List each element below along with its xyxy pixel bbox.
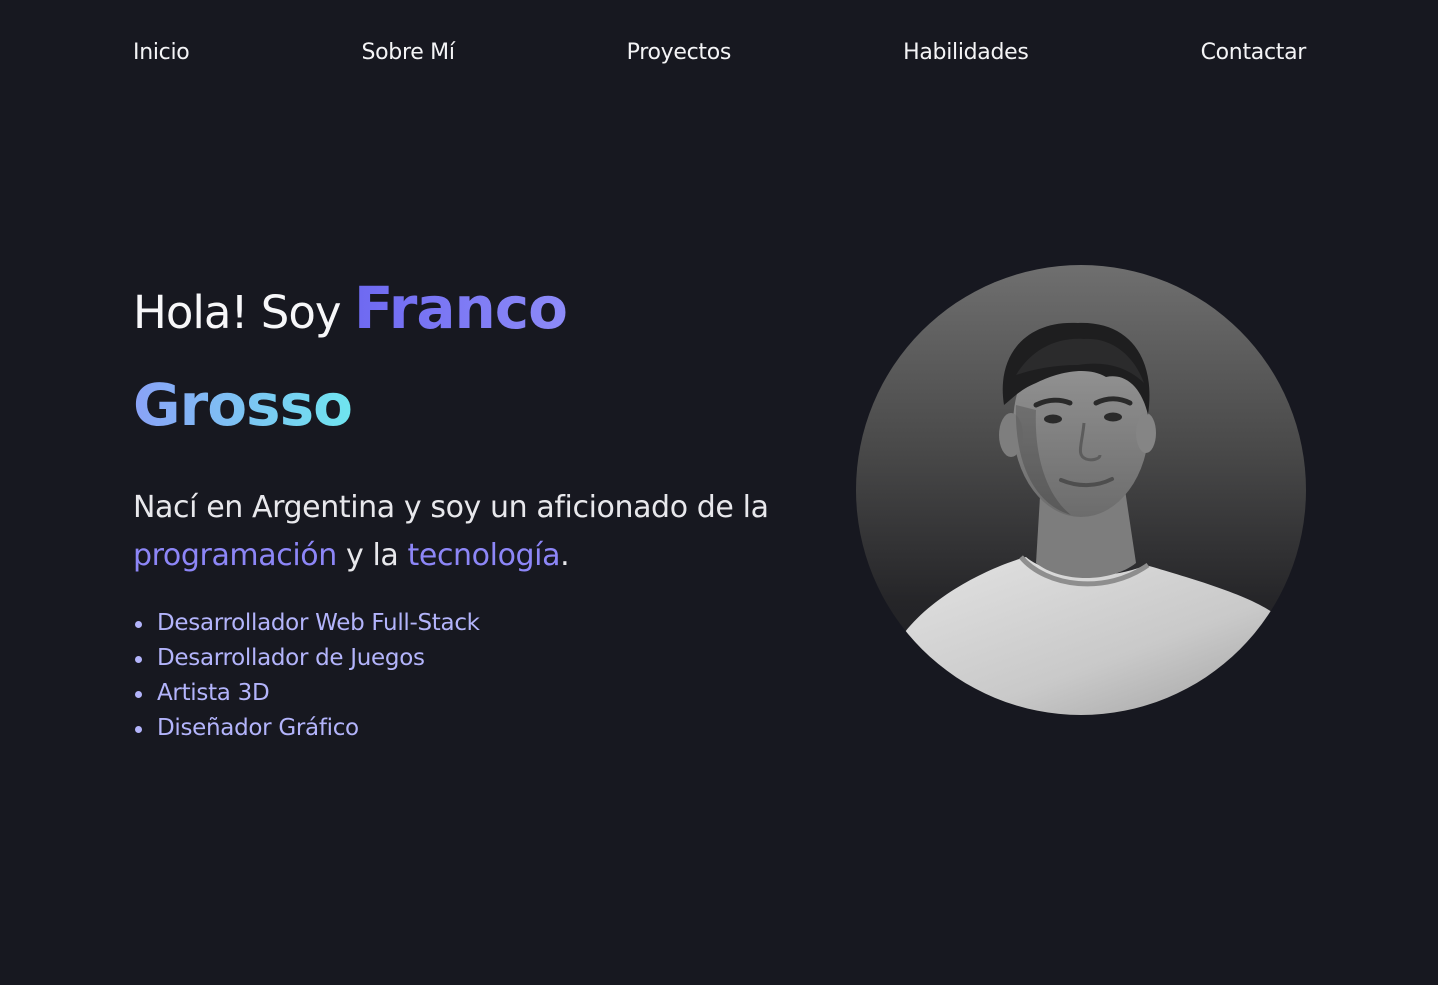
bio-text-end: . bbox=[560, 538, 570, 573]
roles-list: Desarrollador Web Full-Stack Desarrollad… bbox=[133, 606, 823, 746]
nav-link-sobre-mi[interactable]: Sobre Mí bbox=[361, 40, 454, 65]
bio-highlight-programacion: programación bbox=[133, 538, 337, 573]
profile-photo bbox=[856, 265, 1306, 715]
bio-highlight-tecnologia: tecnología bbox=[407, 538, 561, 573]
nav-link-habilidades[interactable]: Habilidades bbox=[903, 40, 1029, 65]
role-item: Desarrollador de Juegos bbox=[133, 641, 823, 676]
last-name: Grosso bbox=[133, 371, 353, 439]
bio-paragraph: Nací en Argentina y soy un aficionado de… bbox=[133, 484, 813, 580]
main-nav: Inicio Sobre Mí Proyectos Habilidades Co… bbox=[133, 30, 1306, 74]
role-item: Desarrollador Web Full-Stack bbox=[133, 606, 823, 641]
nav-link-inicio[interactable]: Inicio bbox=[133, 40, 190, 65]
first-name: Franco bbox=[353, 274, 568, 342]
hero-heading: Hola! Soy Franco Grosso bbox=[133, 262, 823, 456]
bio-text-start: Nací en Argentina y soy un aficionado de… bbox=[133, 490, 769, 525]
portfolio-page: Inicio Sobre Mí Proyectos Habilidades Co… bbox=[0, 0, 1438, 985]
role-item: Artista 3D bbox=[133, 676, 823, 711]
profile-photo-illustration bbox=[876, 322, 1306, 715]
role-item: Diseñador Gráfico bbox=[133, 711, 823, 746]
greeting-text: Hola! Soy bbox=[133, 286, 342, 339]
nav-link-proyectos[interactable]: Proyectos bbox=[627, 40, 732, 65]
nav-link-contactar[interactable]: Contactar bbox=[1201, 40, 1307, 65]
hero-section: Hola! Soy Franco Grosso Nací en Argentin… bbox=[133, 262, 823, 746]
bio-text-middle: y la bbox=[345, 538, 399, 573]
